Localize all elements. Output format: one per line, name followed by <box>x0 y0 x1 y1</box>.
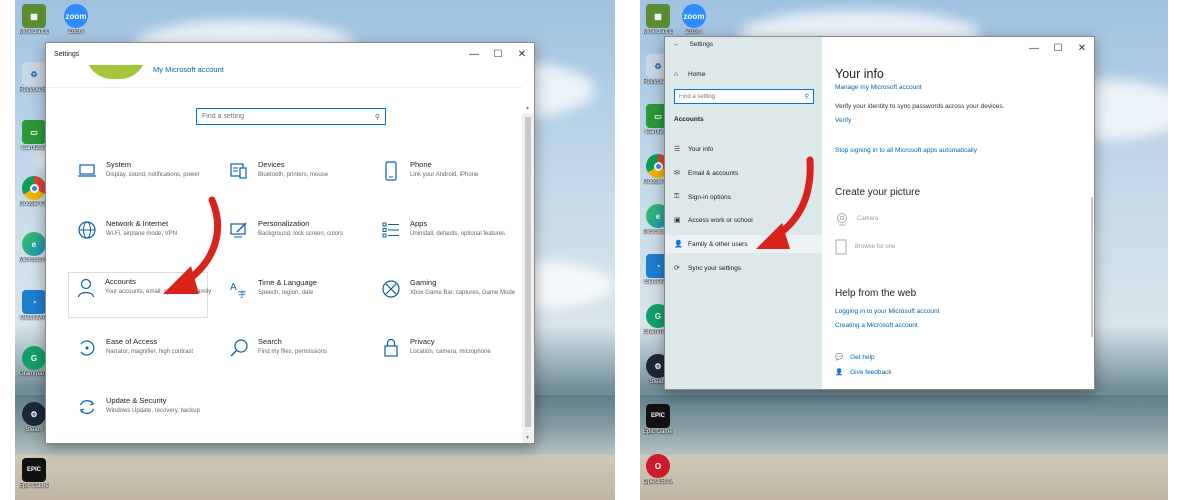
left-screenshot: ▦ Minecraft Launcher zoom Zoom ♻ Recycle… <box>15 0 615 500</box>
right-screenshot: ▦ Minecraft Launcher zoom Zoom ♻ Recycle… <box>640 0 1168 500</box>
red-arrow-annotation <box>163 196 222 294</box>
red-arrow-annotation <box>756 156 814 249</box>
